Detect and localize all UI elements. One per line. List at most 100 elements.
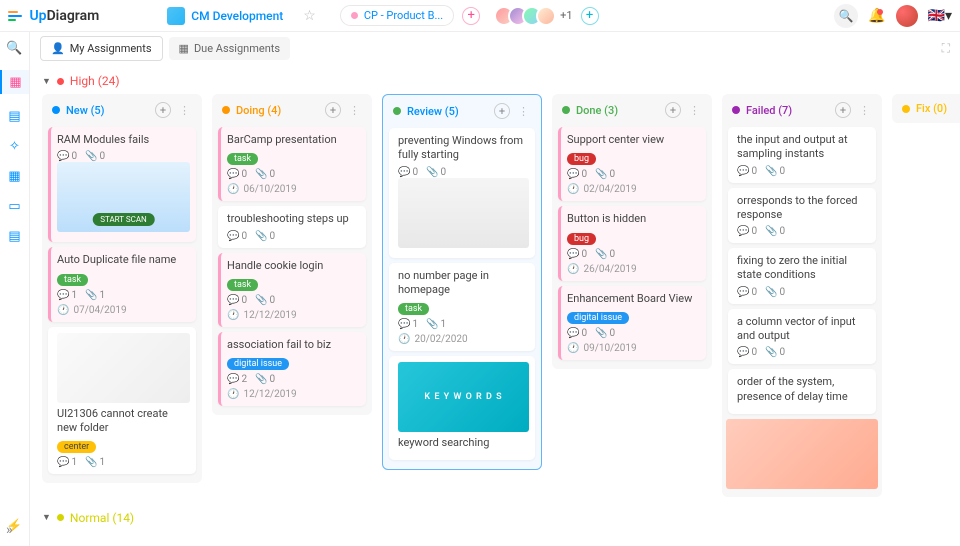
column-menu-icon[interactable]: ⋮ — [177, 104, 192, 117]
card-title: RAM Modules fails — [57, 133, 190, 147]
swimlane-high-header[interactable]: ▼ High (24) — [42, 68, 948, 94]
expand-icon[interactable]: ⛶ — [942, 41, 950, 56]
tab-label: My Assignments — [70, 42, 152, 55]
card[interactable]: order of the system, presence of delay t… — [728, 369, 876, 414]
card[interactable]: Button is hidden bug 💬 0📎 0 🕐 26/04/2019 — [558, 206, 706, 280]
card-thumbnail — [57, 333, 190, 403]
context-dot-icon — [351, 12, 358, 19]
card[interactable]: fixing to zero the initial state conditi… — [728, 248, 876, 304]
priority-dot-icon — [57, 514, 64, 521]
user-icon: 👤 — [51, 42, 65, 55]
column-menu-icon[interactable]: ⋮ — [857, 104, 872, 117]
tab-label: Due Assignments — [194, 42, 280, 55]
logo-bars-icon — [8, 11, 22, 21]
sidebar-toggle-icon[interactable]: » — [6, 522, 13, 538]
card[interactable]: UI21306 cannot create new folder center … — [48, 327, 196, 475]
column-doing: Doing (4) + ⋮ BarCamp presentation task 💬 … — [212, 94, 372, 415]
card[interactable]: a column vector of input and output💬 0📎 … — [728, 309, 876, 365]
card[interactable]: Handle cookie login task 💬 0📎 0 🕐 12/12/… — [218, 253, 366, 327]
sidebar-book-icon[interactable]: ▭ — [7, 198, 23, 214]
collapse-triangle-icon: ▼ — [42, 76, 51, 87]
sidebar-board-icon[interactable]: ▦ — [0, 70, 29, 94]
top-bar-right: 🔍 🔔 🇬🇧▾ — [834, 4, 952, 28]
card-tag: center — [57, 441, 96, 453]
column-header: New (5) + ⋮ — [46, 98, 198, 122]
column-title: Doing (4) — [236, 104, 281, 117]
logo-text-up: Up — [29, 8, 46, 24]
add-member-button[interactable]: + — [581, 7, 599, 25]
card[interactable]: K E Y W O R D S keyword searching — [389, 356, 535, 460]
attach-icon: 📎 0 — [85, 151, 105, 162]
column-title: Fix (0) — [916, 102, 947, 115]
card-assignee-avatar — [344, 305, 360, 321]
column-failed: Failed (7) + ⋮ the input and output at sam… — [722, 94, 882, 497]
sidebar: 🔍 ▦ ▤ ✧ ▦ ▭ ▤ ⚡ — [0, 32, 30, 546]
project-switcher[interactable]: CM Development — [159, 3, 291, 29]
user-avatar[interactable] — [896, 5, 918, 27]
avatar-overflow-count[interactable]: +1 — [560, 9, 572, 22]
swimlane-normal-header[interactable]: ▼ Normal (14) — [42, 505, 948, 531]
add-card-button[interactable]: + — [155, 102, 171, 118]
sidebar-list-icon[interactable]: ▤ — [7, 228, 23, 244]
add-card-button[interactable]: + — [325, 102, 341, 118]
column-title: Done (3) — [576, 104, 618, 117]
logo-text-diagram: Diagram — [47, 8, 100, 24]
project-name: CM Development — [191, 9, 283, 23]
card[interactable]: Support center view bug 💬 0📎 0 🕐 02/04/2… — [558, 127, 706, 201]
swimlane-title: Normal (14) — [70, 511, 134, 525]
card[interactable]: Enhancement Board View digital issue 💬 0… — [558, 286, 706, 360]
card[interactable]: no number page in homepage task 💬 1📎 1 🕐… — [389, 263, 535, 352]
idcard-illustration — [726, 419, 878, 489]
context-pill[interactable]: CP - Product B... — [340, 5, 454, 26]
column-menu-icon[interactable]: ⋮ — [516, 105, 531, 118]
card-thumbnail — [398, 178, 529, 248]
member-avatars[interactable] — [500, 6, 556, 26]
sidebar-search-icon[interactable]: 🔍 — [7, 40, 23, 56]
card[interactable]: BarCamp presentation task 💬 0📎 0 🕐 06/10… — [218, 127, 366, 201]
context-label: CP - Product B... — [364, 9, 443, 22]
card-title: UI21306 cannot create new folder — [57, 407, 190, 436]
card[interactable]: orresponds to the forced response💬 0📎 0 — [728, 188, 876, 244]
notifications-icon[interactable]: 🔔 — [868, 8, 885, 24]
column-menu-icon[interactable]: ⋮ — [687, 104, 702, 117]
add-card-button[interactable]: + — [835, 102, 851, 118]
tabs-row: 👤 My Assignments ▦ Due Assignments ⛶ — [30, 32, 960, 64]
card[interactable]: RAM Modules fails 💬 0📎 0 — [48, 127, 196, 242]
search-icon[interactable]: 🔍 — [834, 4, 858, 28]
board: ▼ High (24) New (5) + ⋮ RAM Modules fail… — [30, 64, 960, 546]
language-flag-icon[interactable]: 🇬🇧▾ — [928, 8, 952, 24]
collapse-triangle-icon: ▼ — [42, 512, 51, 523]
keywords-label: K E Y W O R D S — [424, 392, 502, 402]
card-meta: 💬 0📎 0 — [57, 151, 190, 162]
card[interactable]: association fail to biz digital issue 💬 … — [218, 332, 366, 406]
card[interactable]: troubleshooting steps up 💬 0📎 0 — [218, 206, 366, 247]
column-title: Review (5) — [407, 105, 459, 118]
board-columns: New (5) + ⋮ RAM Modules fails 💬 0📎 0 Aut… — [42, 94, 948, 497]
card-assignee-avatar — [174, 300, 190, 316]
card-tag: task — [57, 274, 88, 286]
card[interactable]: Auto Duplicate file name task 💬 1📎 1 🕐 0… — [48, 247, 196, 321]
card-thumbnail — [57, 162, 190, 232]
card-thumbnail: K E Y W O R D S — [398, 362, 529, 432]
add-card-button[interactable]: + — [494, 103, 510, 119]
avatar — [536, 6, 556, 26]
card-assignee-avatar — [684, 259, 700, 275]
tab-due-assignments[interactable]: ▦ Due Assignments — [169, 37, 291, 60]
tab-my-assignments[interactable]: 👤 My Assignments — [40, 36, 163, 61]
star-icon[interactable]: ☆ — [303, 8, 316, 24]
column-title: New (5) — [66, 104, 105, 117]
sidebar-calendar-icon[interactable]: ▦ — [7, 168, 23, 184]
card[interactable]: preventing Windows from fully starting 💬… — [389, 128, 535, 258]
add-card-button[interactable]: + — [665, 102, 681, 118]
sidebar-stats-icon[interactable]: ✧ — [7, 138, 23, 154]
project-icon — [167, 7, 185, 25]
add-context-button[interactable]: + — [462, 7, 480, 25]
app-logo[interactable]: UpDiagram — [8, 8, 99, 24]
column-new: New (5) + ⋮ RAM Modules fails 💬 0📎 0 Aut… — [42, 94, 202, 483]
column-menu-icon[interactable]: ⋮ — [347, 104, 362, 117]
sidebar-grid-icon[interactable]: ▤ — [7, 108, 23, 124]
column-fix: Fix (0) — [892, 94, 960, 123]
card-assignee-avatar — [684, 338, 700, 354]
column-title: Failed (7) — [746, 104, 792, 117]
card[interactable]: the input and output at sampling instant… — [728, 127, 876, 183]
